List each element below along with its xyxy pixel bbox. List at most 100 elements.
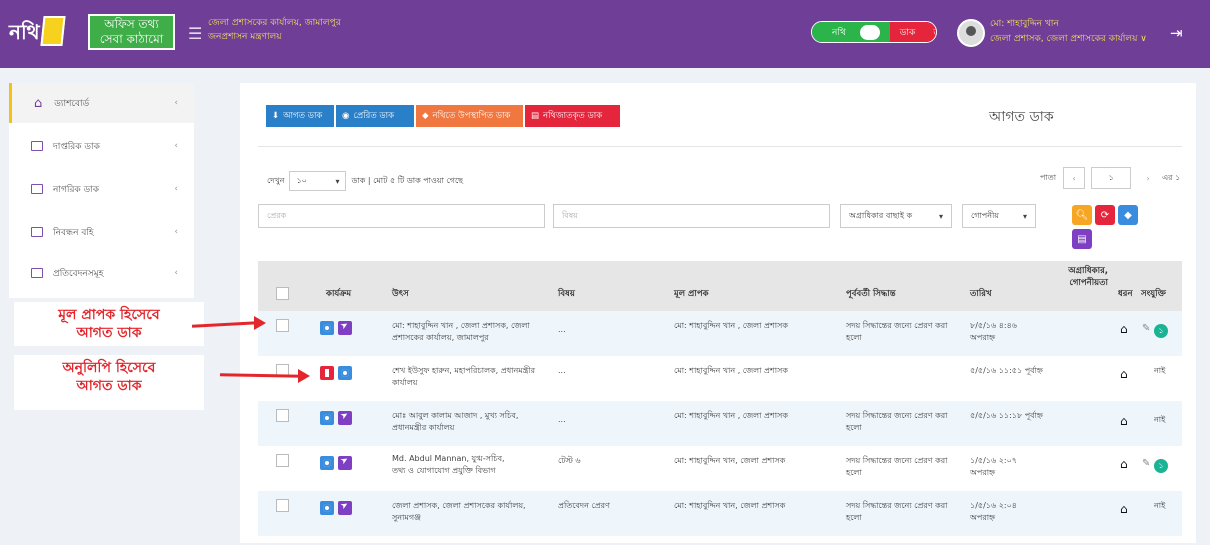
download-icon: ⬇: [272, 111, 280, 121]
pagination: পাতা ‹ ১ › এর ১: [1040, 167, 1180, 189]
sidebar-item-citizen-dak[interactable]: নাগরিক ডাক ‹: [9, 169, 194, 209]
page-number-input[interactable]: ১: [1091, 167, 1132, 189]
tag-icon: ◆: [422, 111, 429, 121]
sidebar-item-register[interactable]: নিবন্ধন বহি ‹: [9, 212, 194, 252]
tab-incoming-dak[interactable]: ⬇ আগত ডাক: [266, 105, 334, 127]
subject-cell[interactable]: টেস্ট ৬: [558, 455, 581, 467]
tab-presented-dak[interactable]: ◆ নথিতে উপস্থাপিত ডাক: [416, 105, 523, 127]
refresh-icon[interactable]: ⟳: [1095, 205, 1115, 225]
recipient-cell: মো: শাহাবুদ্দিন খান , জেলা প্রশাসক: [674, 366, 788, 375]
home-icon: ⌂: [1120, 322, 1128, 336]
dashboard-button[interactable]: ড্যাশবোর্ড: [925, 22, 936, 42]
header-date: তারিখ: [970, 289, 992, 299]
prev-page-button[interactable]: ‹: [1063, 167, 1086, 189]
list-icon: ▤: [531, 111, 540, 121]
subject-cell[interactable]: ...: [558, 324, 566, 336]
recipient-cell: মো: শাহাবুদ্দিন খান , জেলা প্রশাসক: [674, 411, 788, 420]
forward-icon[interactable]: [338, 321, 352, 335]
view-icon[interactable]: [320, 501, 334, 515]
logo-tagline-2: সেবা কাঠামো: [99, 32, 164, 46]
sidebar-item-label: ড্যাশবোর্ড: [54, 98, 90, 109]
briefcase-icon: [31, 268, 43, 278]
page-size-select[interactable]: ১০ ▾: [289, 171, 347, 191]
user-name: মো: শাহাবুদ্দিন খান: [990, 19, 1059, 29]
view-icon[interactable]: [320, 411, 334, 425]
logout-icon[interactable]: ⇥: [1170, 24, 1183, 42]
subject-filter-input[interactable]: বিষয়: [553, 204, 830, 228]
copy-icon[interactable]: [320, 366, 334, 380]
view-icon[interactable]: [320, 321, 334, 335]
header-previous-decision: পূর্ববর্তী সিদ্ধান্ত: [846, 289, 896, 299]
chevron-down-icon: ∨: [1140, 34, 1147, 44]
source-cell: Md. Abdul Mannan, যুগ্ম-সচিব, তথ্য ও যোগা…: [392, 454, 505, 475]
date-cell: ৫/৫/১৬ ১১:৫১ পূর্বাহ্ন: [970, 366, 1043, 375]
paperclip-icon[interactable]: ✎: [1142, 323, 1150, 334]
tag-icon[interactable]: ◆: [1118, 205, 1138, 225]
row-checkbox[interactable]: [276, 454, 289, 467]
row-checkbox[interactable]: [276, 319, 289, 332]
hamburger-menu-icon[interactable]: ☰: [188, 24, 202, 43]
user-menu[interactable]: মো: শাহাবুদ্দিন খান জেলা প্রশাসক, জেলা প…: [990, 17, 1147, 47]
user-avatar[interactable]: [957, 19, 985, 47]
send-circle-icon: ◉: [342, 111, 350, 121]
caret-down-icon: ▾: [938, 211, 943, 221]
home-icon: ⌂: [1120, 457, 1128, 471]
row-checkbox[interactable]: [276, 499, 289, 512]
view-icon[interactable]: [320, 456, 334, 470]
page-title: আগত ডাক: [989, 109, 1054, 125]
subject-cell[interactable]: ...: [558, 414, 566, 426]
sidebar-item-reports[interactable]: প্রতিবেদনসমূহ ‹: [9, 253, 194, 293]
caret-down-icon: ▾: [1022, 211, 1027, 221]
table-row[interactable]: Md. Abdul Mannan, যুগ্ম-সচিব,তথ্য ও যোগা…: [258, 446, 1182, 491]
sidebar-item-official-dak[interactable]: দাপ্তরিক ডাক ‹: [9, 126, 194, 166]
tab-filed-dak[interactable]: ▤ নথিজাতকৃত ডাক: [525, 105, 620, 127]
sender-filter-input[interactable]: প্রেরক: [258, 204, 545, 228]
nothi-label: নথি: [832, 27, 846, 38]
select-all-checkbox[interactable]: [276, 287, 289, 300]
recipient-cell: মো: শাহাবুদ্দিন খান , জেলা প্রশাসক: [674, 321, 788, 330]
search-icon[interactable]: 🔍︎: [1072, 205, 1092, 225]
priority-select[interactable]: অগ্রাধিকার বাছাই ক ▾: [840, 204, 952, 228]
table-row[interactable]: জেলা প্রশাসক, জেলা প্রশাসকের কার্যালয়,স…: [258, 491, 1182, 536]
attachment-cell: নাই: [1154, 366, 1166, 375]
module-switcher: নথি ৮ ডাক ড্যাশবোর্ড: [811, 21, 937, 43]
forward-icon[interactable]: [338, 411, 352, 425]
table-header: কার্যক্রম উৎস বিষয় মূল প্রাপক পূর্ববর্ত…: [258, 261, 1182, 311]
caret-down-icon: ▾: [335, 176, 340, 186]
row-checkbox[interactable]: [276, 409, 289, 422]
forward-icon[interactable]: [338, 501, 352, 515]
security-select[interactable]: গোপনীয় ▾: [962, 204, 1036, 228]
sidebar-item-label: দাপ্তরিক ডাক: [53, 141, 100, 152]
subject-cell[interactable]: প্রতিবেদন প্রেরণ: [558, 500, 610, 512]
nothi-button[interactable]: নথি ৮: [812, 22, 890, 42]
tab-sent-dak[interactable]: ◉ প্রেরিত ডাক: [336, 105, 414, 127]
next-page-button[interactable]: ›: [1137, 167, 1159, 189]
sidebar-item-dashboard[interactable]: ⌂ ড্যাশবোর্ড ‹: [9, 83, 194, 123]
chevron-left-icon: ‹: [174, 98, 178, 108]
attachment-count-badge[interactable]: ১: [1154, 324, 1168, 338]
home-icon: ⌂: [1120, 502, 1128, 516]
subject-cell[interactable]: ...: [558, 365, 566, 377]
sidebar: ⌂ ড্যাশবোর্ড ‹ দাপ্তরিক ডাক ‹ নাগরিক ডাক…: [9, 83, 194, 298]
logo-document-icon: [40, 16, 66, 46]
table-row[interactable]: মোঃ আবুল কালাম আজাদ , মুখ্য সচিব,প্রধানম…: [258, 401, 1182, 446]
paperclip-icon[interactable]: ✎: [1142, 458, 1150, 469]
forward-icon[interactable]: [338, 456, 352, 470]
table-row[interactable]: মো: শাহাবুদ্দিন খান , জেলা প্রশাসক, জেলা…: [258, 311, 1182, 356]
chevron-left-icon: ‹: [174, 227, 178, 237]
sidebar-item-label: নিবন্ধন বহি: [53, 227, 94, 238]
table-row[interactable]: শেখ ইউসুফ হারুন, মহাপরিচালক, প্রধানমন্ত্…: [258, 356, 1182, 401]
previous-decision-cell: সদয় সিদ্ধান্তের জন্যে প্রেরণ করা হলো: [846, 321, 948, 342]
view-icon[interactable]: [338, 366, 352, 380]
dak-button[interactable]: ডাক: [889, 22, 926, 42]
app-logo[interactable]: নথি অফিস তথ্য সেবা কাঠামো: [9, 14, 175, 52]
office-name: জেলা প্রশাসকের কার্যালয়, জামালপুর: [208, 18, 341, 28]
list-icon[interactable]: ▤: [1072, 229, 1092, 249]
attachment-count-badge[interactable]: ১: [1154, 459, 1168, 473]
user-role: জেলা প্রশাসক, জেলা প্রশাসকের কার্যালয় ∨: [990, 34, 1147, 44]
divider: [258, 146, 1182, 147]
home-icon: ⌂: [1120, 414, 1128, 428]
source-cell: শেখ ইউসুফ হারুন, মহাপরিচালক, প্রধানমন্ত্…: [392, 366, 535, 387]
date-cell: ৫/৫/১৬ ১১:১৮ পূর্বাহ্ন: [970, 411, 1043, 420]
total-pages: এর ১: [1162, 172, 1181, 182]
